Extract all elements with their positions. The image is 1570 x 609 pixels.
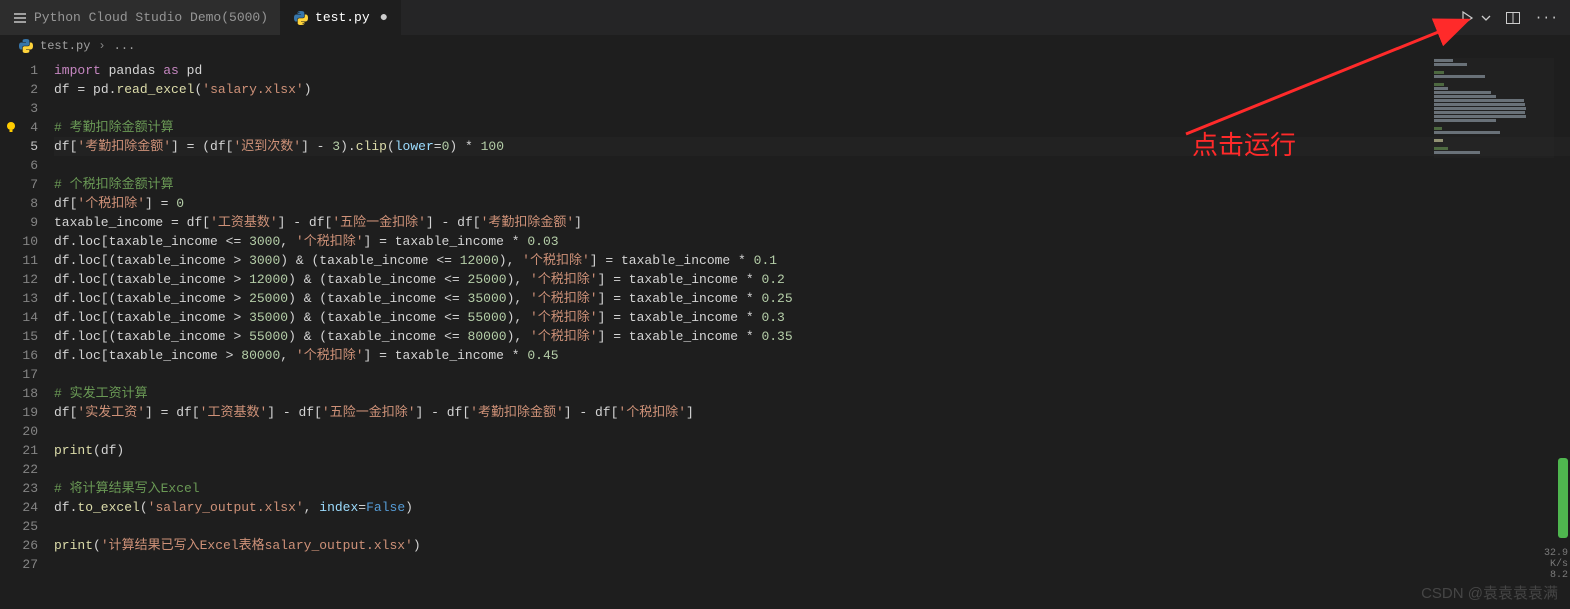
line-number: 1 <box>0 61 38 80</box>
tab-bar: Python Cloud Studio Demo(5000) test.py ●… <box>0 0 1570 35</box>
line-number: 11 <box>0 251 38 270</box>
network-stats: 32.9 K/s 8.2 <box>1544 548 1568 581</box>
line-number: 26 <box>0 536 38 555</box>
code-line[interactable] <box>54 517 1570 536</box>
code-line[interactable] <box>54 460 1570 479</box>
code-line[interactable] <box>54 156 1570 175</box>
code-line[interactable]: df = pd.read_excel('salary.xlsx') <box>54 80 1570 99</box>
code-line[interactable]: df.loc[taxable_income <= 3000, '个税扣除'] =… <box>54 232 1570 251</box>
tab-workspace[interactable]: Python Cloud Studio Demo(5000) <box>0 0 281 35</box>
line-number: 16 <box>0 346 38 365</box>
code-line[interactable]: print(df) <box>54 441 1570 460</box>
watermark: CSDN @袁袁袁袁满 <box>1421 582 1558 603</box>
code-line[interactable]: # 实发工资计算 <box>54 384 1570 403</box>
code-line[interactable]: import pandas as pd <box>54 61 1570 80</box>
breadcrumb-file[interactable]: test.py <box>40 39 90 53</box>
line-number: 19 <box>0 403 38 422</box>
line-number: 25 <box>0 517 38 536</box>
line-number: 24 <box>0 498 38 517</box>
code-line[interactable]: # 考勤扣除金额计算 <box>54 118 1570 137</box>
python-file-icon <box>18 38 34 54</box>
line-number: 20 <box>0 422 38 441</box>
line-number: 8 <box>0 194 38 213</box>
code-line[interactable]: # 将计算结果写入Excel <box>54 479 1570 498</box>
code-line[interactable]: df['考勤扣除金额'] = (df['迟到次数'] - 3).clip(low… <box>54 137 1570 156</box>
code-line[interactable] <box>54 365 1570 384</box>
code-line[interactable]: df['实发工资'] = df['工资基数'] - df['五险一金扣除'] -… <box>54 403 1570 422</box>
code-line[interactable]: df.loc[(taxable_income > 25000) & (taxab… <box>54 289 1570 308</box>
dirty-indicator[interactable]: ● <box>380 10 388 26</box>
code-line[interactable]: print('计算结果已写入Excel表格salary_output.xlsx'… <box>54 536 1570 555</box>
more-actions-button[interactable]: ··· <box>1535 10 1558 25</box>
code-line[interactable]: df.loc[taxable_income > 80000, '个税扣除'] =… <box>54 346 1570 365</box>
line-number: 10 <box>0 232 38 251</box>
minimap[interactable] <box>1434 58 1554 158</box>
split-editor-button[interactable] <box>1505 10 1521 26</box>
line-number: 3 <box>0 99 38 118</box>
line-number-gutter: 1234567891011121314151617181920212223242… <box>0 57 54 609</box>
line-number: 18 <box>0 384 38 403</box>
chevron-right-icon: › <box>98 39 105 53</box>
code-line[interactable]: df.to_excel('salary_output.xlsx', index=… <box>54 498 1570 517</box>
editor[interactable]: 1234567891011121314151617181920212223242… <box>0 57 1570 609</box>
code-line[interactable]: df['个税扣除'] = 0 <box>54 194 1570 213</box>
python-file-icon <box>293 10 309 26</box>
breadcrumb[interactable]: test.py › ... <box>0 35 1570 57</box>
code-line[interactable]: df.loc[(taxable_income > 55000) & (taxab… <box>54 327 1570 346</box>
run-dropdown[interactable] <box>1481 13 1491 23</box>
line-number: 6 <box>0 156 38 175</box>
tab-workspace-label: Python Cloud Studio Demo(5000) <box>34 10 268 25</box>
scroll-indicator[interactable] <box>1558 458 1568 538</box>
line-number: 22 <box>0 460 38 479</box>
line-number: 9 <box>0 213 38 232</box>
code-line[interactable] <box>54 99 1570 118</box>
line-number: 17 <box>0 365 38 384</box>
tab-file-label: test.py <box>315 10 370 25</box>
code-line[interactable]: # 个税扣除金额计算 <box>54 175 1570 194</box>
line-number: 21 <box>0 441 38 460</box>
line-number: 5 <box>0 137 38 156</box>
line-number: 14 <box>0 308 38 327</box>
line-number: 2 <box>0 80 38 99</box>
run-button[interactable] <box>1459 10 1475 26</box>
line-number: 13 <box>0 289 38 308</box>
menu-icon <box>12 10 28 26</box>
editor-toolbar: ··· <box>1459 10 1570 26</box>
code-line[interactable] <box>54 555 1570 574</box>
code-line[interactable]: df.loc[(taxable_income > 12000) & (taxab… <box>54 270 1570 289</box>
line-number: 27 <box>0 555 38 574</box>
tab-file-active[interactable]: test.py ● <box>281 0 401 35</box>
breadcrumb-more[interactable]: ... <box>114 39 136 53</box>
line-number: 12 <box>0 270 38 289</box>
code-line[interactable]: df.loc[(taxable_income > 35000) & (taxab… <box>54 308 1570 327</box>
code-area[interactable]: import pandas as pddf = pd.read_excel('s… <box>54 57 1570 609</box>
code-line[interactable]: df.loc[(taxable_income > 3000) & (taxabl… <box>54 251 1570 270</box>
line-number: 15 <box>0 327 38 346</box>
code-line[interactable] <box>54 422 1570 441</box>
line-number: 7 <box>0 175 38 194</box>
lightbulb-icon[interactable] <box>4 120 18 134</box>
line-number: 23 <box>0 479 38 498</box>
code-line[interactable]: taxable_income = df['工资基数'] - df['五险一金扣除… <box>54 213 1570 232</box>
